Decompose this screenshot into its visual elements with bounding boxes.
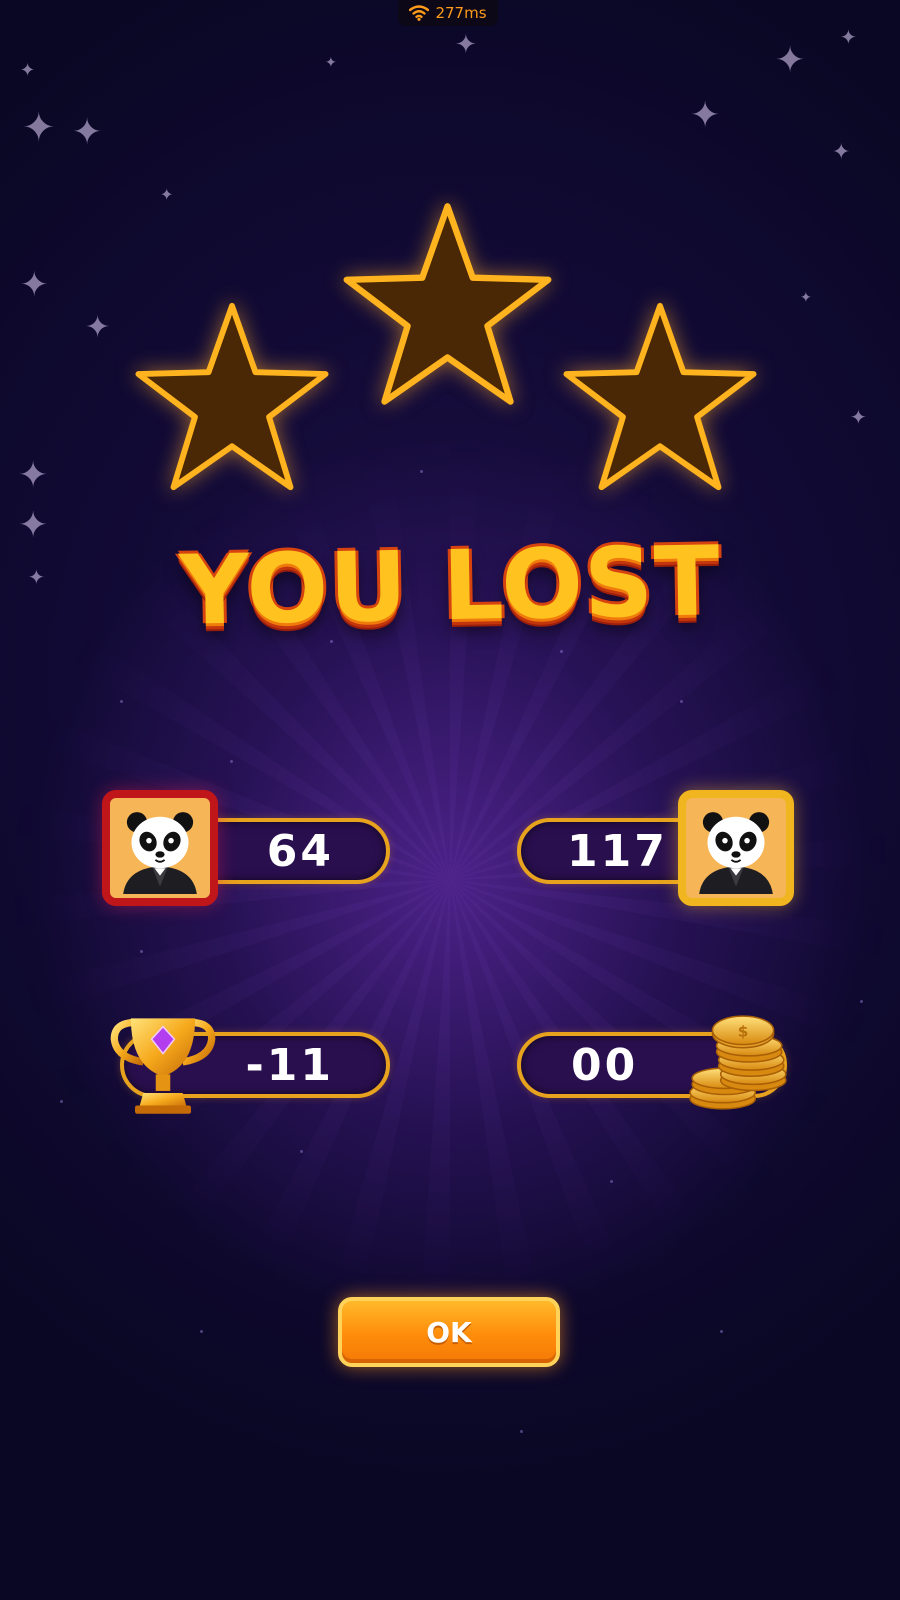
wifi-icon: [409, 5, 430, 21]
opponent-score: 117: [567, 825, 668, 877]
svg-text:$: $: [738, 1023, 749, 1041]
trophy-icon: [110, 1018, 216, 1114]
opponent-avatar: [678, 790, 794, 906]
star-center: [340, 200, 555, 410]
ping-text: 277ms: [435, 4, 487, 22]
panda-icon: [699, 812, 773, 894]
panda-icon: [123, 812, 197, 894]
star-left: [132, 300, 332, 495]
self-score: 64: [266, 825, 334, 877]
self-avatar: [102, 790, 218, 906]
coins-icon: $: [689, 1015, 787, 1110]
trophy-change-value: -11: [245, 1039, 334, 1091]
ok-button[interactable]: OK: [338, 1297, 560, 1367]
ping-indicator: 277ms: [398, 0, 498, 26]
coin-reward-value: 00: [571, 1039, 639, 1091]
star-right: [560, 300, 760, 495]
result-title: YOU LOST: [178, 525, 722, 647]
